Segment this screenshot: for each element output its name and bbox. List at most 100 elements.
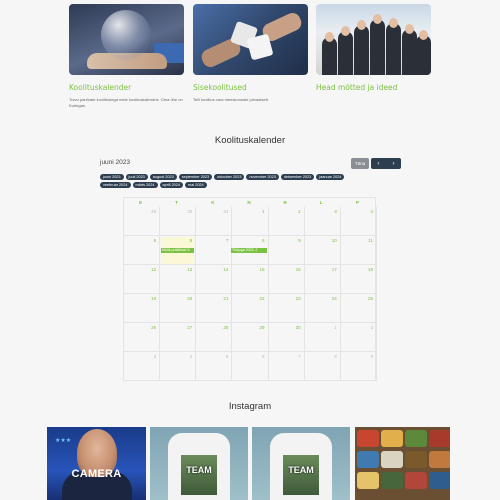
card-title[interactable]: Head mõtted ja ideed bbox=[316, 83, 431, 92]
calendar-day[interactable]: 11 bbox=[340, 236, 377, 265]
day-number: 9 bbox=[370, 354, 373, 359]
instagram-post[interactable]: TEAM bbox=[252, 427, 350, 500]
calendar-day[interactable]: 4 bbox=[340, 207, 377, 236]
day-number: 22 bbox=[259, 296, 265, 301]
instagram-title: Instagram bbox=[228, 401, 272, 412]
today-button[interactable]: Täna bbox=[351, 158, 369, 169]
calendar-day[interactable]: 16 bbox=[268, 265, 305, 294]
month-chip[interactable]: juuni 2023 bbox=[100, 174, 124, 180]
calendar-day[interactable]: 27 bbox=[160, 323, 197, 352]
calendar-day[interactable]: 5 bbox=[196, 352, 233, 381]
calendar-day[interactable]: 9 bbox=[268, 236, 305, 265]
calendar-day[interactable]: 3 bbox=[124, 352, 161, 381]
calendar-day[interactable]: 6 bbox=[232, 352, 269, 381]
day-number: 13 bbox=[187, 267, 193, 272]
calendar-day[interactable]: 7 bbox=[268, 352, 305, 381]
star-icon: ★★★ bbox=[55, 438, 72, 444]
calendar-day[interactable]: 28 bbox=[196, 323, 233, 352]
calendar-day[interactable]: 30 bbox=[160, 207, 197, 236]
calendar-day[interactable]: 29 bbox=[124, 207, 161, 236]
calendar-day[interactable]: 1 bbox=[232, 207, 269, 236]
calendar-day[interactable]: 12 bbox=[124, 265, 161, 294]
calendar-day[interactable]: 15 bbox=[232, 265, 269, 294]
month-chip[interactable]: mai 2024 bbox=[185, 182, 207, 188]
calendar-day[interactable]: 1 bbox=[304, 323, 341, 352]
card-koolituskalender[interactable]: Koolituskalender Tutvu parimate koolitus… bbox=[69, 4, 184, 109]
calendar-day[interactable]: 21 bbox=[196, 294, 233, 323]
calendar-day[interactable]: 13 bbox=[160, 265, 197, 294]
month-chip[interactable]: juuli 2023 bbox=[125, 174, 148, 180]
calendar-day[interactable]: 31 bbox=[196, 207, 233, 236]
instagram-post[interactable] bbox=[355, 427, 450, 500]
month-chip[interactable]: oktoober 2023 bbox=[214, 174, 245, 180]
card-description: Telli koolitus oma meeskonnale privaatse… bbox=[193, 97, 269, 102]
card-title[interactable]: Koolituskalender bbox=[69, 83, 184, 92]
day-number: 19 bbox=[151, 296, 157, 301]
calendar-day[interactable]: 14 bbox=[196, 265, 233, 294]
day-number: 12 bbox=[151, 267, 157, 272]
day-number: 25 bbox=[367, 296, 373, 301]
day-number: 20 bbox=[187, 296, 193, 301]
day-number: 3 bbox=[153, 354, 157, 359]
next-month-button[interactable]: › bbox=[386, 158, 401, 169]
chevron-left-icon: ‹ bbox=[377, 160, 380, 167]
calendar-day[interactable]: 8 bbox=[304, 352, 341, 381]
calendar-day[interactable]: 30 bbox=[268, 323, 305, 352]
calendar-day[interactable]: 22 bbox=[232, 294, 269, 323]
day-number: 8 bbox=[262, 238, 265, 243]
month-chip[interactable]: detsember 2023 bbox=[280, 174, 315, 180]
day-number: 4 bbox=[189, 354, 193, 359]
weekday-header: T bbox=[175, 200, 178, 205]
card-sisekoolitused[interactable]: Sisekoolitused Telli koolitus oma meesko… bbox=[193, 4, 308, 103]
card-image[interactable] bbox=[69, 4, 184, 75]
month-chip[interactable]: november 2023 bbox=[246, 174, 279, 180]
calendar-day[interactable]: 25 bbox=[340, 294, 377, 323]
weekday-header: K bbox=[211, 200, 215, 205]
calendar-day[interactable]: 10 bbox=[304, 236, 341, 265]
calendar-day[interactable]: 2 bbox=[340, 323, 377, 352]
month-chip[interactable]: august 2023 bbox=[149, 174, 177, 180]
month-chip[interactable]: märts 2024 bbox=[132, 182, 158, 188]
card-image[interactable] bbox=[316, 4, 431, 75]
post-caption: TEAM bbox=[288, 465, 314, 475]
weekday-header: L bbox=[319, 200, 323, 205]
month-chip[interactable]: aprill 2024 bbox=[159, 182, 184, 188]
instagram-post[interactable]: TEAM bbox=[150, 427, 248, 500]
day-number: 10 bbox=[331, 238, 337, 243]
day-number: 24 bbox=[331, 296, 337, 301]
calendar-day[interactable]: 4 bbox=[160, 352, 197, 381]
calendar-day[interactable]: 3 bbox=[304, 207, 341, 236]
card-image[interactable] bbox=[193, 4, 308, 75]
calendar-day[interactable]: 2 bbox=[268, 207, 305, 236]
prev-month-button[interactable]: ‹ bbox=[371, 158, 386, 169]
calendar-day[interactable]: 18 bbox=[340, 265, 377, 294]
day-number: 11 bbox=[368, 238, 373, 243]
day-number: 29 bbox=[259, 325, 265, 330]
day-number: 9 bbox=[298, 238, 301, 243]
calendar-day[interactable]: 7 bbox=[196, 236, 233, 265]
calendar-event[interactable]: Müük praktikas! 6 bbox=[161, 248, 194, 253]
instagram-post[interactable]: ★★★ CAMERA bbox=[47, 427, 146, 500]
post-caption: TEAM bbox=[186, 465, 212, 475]
card-head-motted[interactable]: Head mõtted ja ideed bbox=[316, 4, 431, 97]
month-chip[interactable]: veebruar 2024 bbox=[100, 182, 131, 188]
calendar-day[interactable]: 24 bbox=[304, 294, 341, 323]
calendar-day[interactable]: 19 bbox=[124, 294, 161, 323]
calendar-day[interactable]: 17 bbox=[304, 265, 341, 294]
month-selector: juuni 2023 juuli 2023 august 2023 september… bbox=[100, 174, 372, 188]
calendar-day[interactable]: 29 bbox=[232, 323, 269, 352]
day-number: 26 bbox=[151, 325, 157, 330]
calendar-day[interactable]: 26 bbox=[124, 323, 161, 352]
day-number: 7 bbox=[225, 238, 229, 243]
calendar-event[interactable]: Tööjuga 2023. 2 bbox=[231, 248, 267, 253]
month-chip[interactable]: jaanuar 2024 bbox=[316, 174, 345, 180]
month-chip[interactable]: september 2023 bbox=[178, 174, 213, 180]
calendar-day[interactable]: 20 bbox=[160, 294, 197, 323]
card-title[interactable]: Sisekoolitused bbox=[193, 83, 308, 92]
day-number: 30 bbox=[295, 325, 301, 330]
calendar-day[interactable]: 5 bbox=[124, 236, 161, 265]
calendar-day[interactable]: 23 bbox=[268, 294, 305, 323]
day-number: 7 bbox=[298, 354, 301, 359]
calendar-day[interactable]: 9 bbox=[340, 352, 377, 381]
day-number: 2 bbox=[370, 325, 373, 330]
